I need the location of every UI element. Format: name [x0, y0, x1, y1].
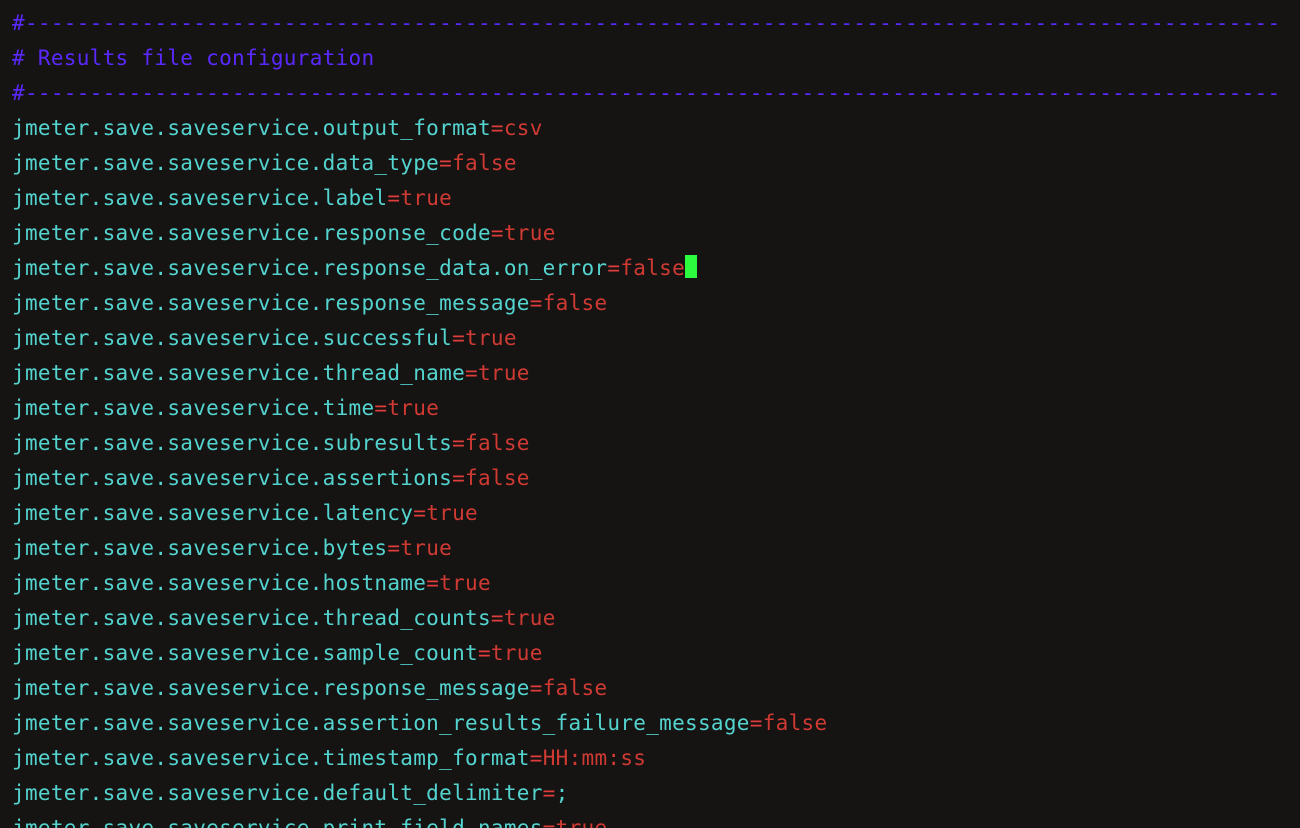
property-key: jmeter.save.saveservice.bytes [12, 536, 387, 560]
property-value: true [504, 606, 556, 630]
property-key: jmeter.save.saveservice.thread_counts [12, 606, 491, 630]
property-key: jmeter.save.saveservice.output_format [12, 116, 491, 140]
property-value: false [452, 151, 517, 175]
terminal-editor[interactable]: #---------------------------------------… [0, 0, 1300, 828]
property-key: jmeter.save.saveservice.subresults [12, 431, 452, 455]
property-key: jmeter.save.saveservice.default_delimite… [12, 781, 543, 805]
property-key: jmeter.save.saveservice.timestamp_format [12, 746, 530, 770]
equals-sign: = [452, 431, 465, 455]
property-key: jmeter.save.saveservice.sample_count [12, 641, 478, 665]
property-value: true [491, 641, 543, 665]
equals-sign: = [439, 151, 452, 175]
equals-sign: = [374, 396, 387, 420]
property-key: jmeter.save.saveservice.response_code [12, 221, 491, 245]
property-key: jmeter.save.saveservice.hostname [12, 571, 426, 595]
equals-sign: = [387, 536, 400, 560]
equals-sign: = [452, 466, 465, 490]
equals-sign: = [543, 781, 556, 805]
property-value: csv [504, 116, 543, 140]
property-key: jmeter.save.saveservice.data_type [12, 151, 439, 175]
property-key: jmeter.save.saveservice.successful [12, 326, 452, 350]
comment-prefix: # [12, 46, 38, 70]
property-key: jmeter.save.saveservice.response_message [12, 291, 530, 315]
equals-sign: = [452, 326, 465, 350]
property-key: jmeter.save.saveservice.thread_name [12, 361, 465, 385]
comment-title: # Results file configuration [12, 46, 374, 70]
equals-sign: = [465, 361, 478, 385]
property-value: false [465, 466, 530, 490]
property-value: true [400, 186, 452, 210]
property-value: true [400, 536, 452, 560]
equals-sign: = [750, 711, 763, 735]
comment-rule-bottom: #---------------------------------------… [12, 81, 1280, 105]
equals-sign: = [387, 186, 400, 210]
property-key: jmeter.save.saveservice.response_message [12, 676, 530, 700]
property-value: true [439, 571, 491, 595]
property-value: false [543, 676, 608, 700]
cursor [685, 255, 697, 278]
equals-sign: = [530, 676, 543, 700]
property-key: jmeter.save.saveservice.assertions [12, 466, 452, 490]
property-value: true [556, 816, 608, 828]
property-value: ; [556, 781, 569, 805]
equals-sign: = [491, 606, 504, 630]
property-value: false [763, 711, 828, 735]
equals-sign: = [478, 641, 491, 665]
property-key: jmeter.save.saveservice.time [12, 396, 374, 420]
equals-sign: = [607, 256, 620, 280]
equals-sign: = [413, 501, 426, 525]
property-value: false [465, 431, 530, 455]
equals-sign: = [543, 816, 556, 828]
property-key: jmeter.save.saveservice.assertion_result… [12, 711, 750, 735]
property-key: jmeter.save.saveservice.print_field_name… [12, 816, 543, 828]
property-key: jmeter.save.saveservice.label [12, 186, 387, 210]
equals-sign: = [491, 221, 504, 245]
equals-sign: = [530, 291, 543, 315]
property-value: false [620, 256, 685, 280]
equals-sign: = [426, 571, 439, 595]
equals-sign: = [530, 746, 543, 770]
property-value: true [478, 361, 530, 385]
property-key: jmeter.save.saveservice.response_data.on… [12, 256, 607, 280]
comment-rule-top: #---------------------------------------… [12, 11, 1280, 35]
property-value: false [543, 291, 608, 315]
property-value: true [465, 326, 517, 350]
property-value: true [387, 396, 439, 420]
property-value: true [426, 501, 478, 525]
comment-title-text: Results file configuration [38, 46, 375, 70]
property-value: true [504, 221, 556, 245]
equals-sign: = [491, 116, 504, 140]
property-key: jmeter.save.saveservice.latency [12, 501, 413, 525]
property-value: HH:mm:ss [543, 746, 647, 770]
